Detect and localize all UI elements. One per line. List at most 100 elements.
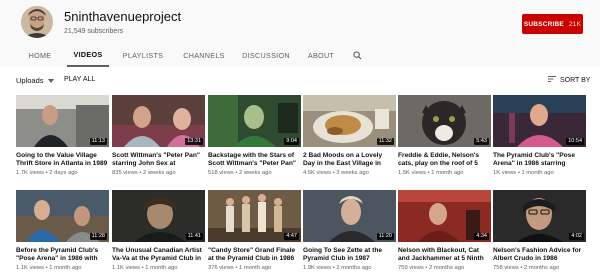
video-title[interactable]: Freddie & Eddie, Nelson's cats, play on … [398,152,491,168]
video-meta: 1K views • 1 month ago [493,170,554,176]
video-duration: 5:43 [474,138,489,145]
channel-avatar[interactable] [21,6,53,38]
video-card[interactable]: 4:02 Nelson's Fashion Advice for Albert … [493,190,586,271]
video-thumbnail[interactable]: 11:28 [16,190,109,242]
subscriber-count: 21,549 subscribers [64,28,124,35]
video-meta: 758 views • 2 months ago [493,265,560,271]
video-thumbnail[interactable]: 9:04 [208,95,301,147]
video-views: 1.5K views [398,170,427,176]
video-card[interactable]: 10:54 The Pyramid Club's "Pose Arena" in… [493,95,586,176]
filter-bar: Uploads PLAY ALL SORT BY [0,67,600,94]
video-duration: 11:13 [89,138,107,145]
video-age: 2 weeks ago [239,170,272,176]
video-age: 3 weeks ago [336,170,369,176]
video-card[interactable]: 4:34 Nelson with Blackout, Cat and Jackh… [398,190,491,271]
video-duration: 10:54 [566,138,584,145]
video-views: 1K views [493,170,517,176]
video-thumbnail[interactable]: 11:41 [112,190,205,242]
video-title[interactable]: Backstage with the Stars of Scott Wittma… [208,152,301,168]
search-icon[interactable] [353,44,365,67]
video-card[interactable]: 13:31 Scott Wittman's "Peter Pan" starri… [112,95,205,176]
video-meta: 518 views • 2 weeks ago [208,170,272,176]
video-card[interactable]: 11:20 Going To See Zette at the Pyramid … [303,190,396,271]
video-title[interactable]: Going To See Zette at the Pyramid Club i… [303,247,396,263]
video-duration: 11:20 [376,233,394,240]
video-thumbnail[interactable]: 10:54 [493,95,586,147]
video-age: 1 month ago [145,265,178,271]
play-all-button[interactable]: PLAY ALL [64,76,95,83]
video-duration: 13:31 [185,138,203,145]
video-duration: 11:28 [89,233,107,240]
video-thumbnail[interactable]: 4:02 [493,190,586,242]
video-duration: 9:04 [284,138,299,145]
tab-discussion[interactable]: DISCUSSION [237,44,295,67]
video-title[interactable]: Nelson with Blackout, Cat and Jackhammer… [398,247,491,263]
video-thumbnail[interactable]: 4:47 [208,190,301,242]
video-thumbnail[interactable]: 13:31 [112,95,205,147]
video-thumbnail[interactable]: 11:20 [303,190,396,242]
video-meta: 4.5K views • 3 weeks ago [303,170,369,176]
video-title[interactable]: Before the Pyramid Club's "Pose Arena" i… [16,247,109,263]
video-title[interactable]: Nelson's Fashion Advice for Albert Crudo… [493,247,586,263]
video-card[interactable]: 11:41 The Unusual Canadian Artist Va-Va … [112,190,205,271]
video-views: 758 views [493,265,519,271]
video-duration: 4:47 [284,233,299,240]
video-age: 1 month ago [521,170,554,176]
video-meta: 1.5K views • 1 month ago [398,170,464,176]
video-duration: 4:34 [474,233,489,240]
video-title[interactable]: The Pyramid Club's "Pose Arena" in 1986 … [493,152,586,168]
video-age: 1 month ago [49,265,82,271]
video-age: 2 months ago [336,265,372,271]
video-age: 2 weeks ago [143,170,176,176]
video-age: 2 days ago [49,170,78,176]
video-age: 1 month ago [239,265,272,271]
video-title[interactable]: The Unusual Canadian Artist Va-Va at the… [112,247,205,263]
video-thumbnail[interactable]: 11:32 [303,95,396,147]
video-thumbnail[interactable]: 11:13 [16,95,109,147]
video-meta: 376 views • 1 month ago [208,265,272,271]
tab-playlists[interactable]: PLAYLISTS [117,44,169,67]
video-views: 518 views [208,170,234,176]
video-thumbnail[interactable]: 4:34 [398,190,491,242]
uploads-label: Uploads [16,76,44,85]
video-title[interactable]: "Candy Store" Grand Finale at the Pyrami… [208,247,301,263]
video-views: 835 views [112,170,138,176]
subscribe-count: 21K [568,20,582,28]
uploads-dropdown[interactable]: Uploads [16,76,54,85]
sort-by-button[interactable]: SORT BY [548,76,590,84]
tab-videos[interactable]: VIDEOS [67,44,109,67]
tab-about[interactable]: ABOUT [299,44,343,67]
tab-home[interactable]: HOME [19,44,61,67]
video-meta: 1.1K views • 1 month ago [16,265,82,271]
video-duration: 11:41 [185,233,203,240]
subscribe-button[interactable]: SUBSCRIBE 21K [522,14,583,34]
video-views: 1.7K views [16,170,45,176]
video-card[interactable]: 11:13 Going to the Value Village Thrift … [16,95,109,176]
play-all-label: PLAY ALL [64,76,96,83]
video-age: 1 month ago [431,170,464,176]
channel-tabs: HOME VIDEOS PLAYLISTS CHANNELS DISCUSSIO… [19,44,365,67]
video-card[interactable]: 5:43 Freddie & Eddie, Nelson's cats, pla… [398,95,491,176]
subscribe-label: SUBSCRIBE [523,20,564,28]
video-meta: 1.7K views • 2 days ago [16,170,78,176]
video-card[interactable]: 9:04 Backstage with the Stars of Scott W… [208,95,301,176]
video-meta: 759 views • 2 months ago [398,265,465,271]
video-card[interactable]: 11:32 2 Bad Moods on a Lovely Day in the… [303,95,396,176]
caret-down-icon [47,76,54,85]
video-duration: 4:02 [569,233,584,240]
video-views: 1.1K views [112,265,141,271]
sort-icon [548,76,556,84]
video-duration: 11:32 [376,138,394,145]
tab-channels[interactable]: CHANNELS [176,44,232,67]
video-meta: 835 views • 2 weeks ago [112,170,176,176]
video-thumbnail[interactable]: 5:43 [398,95,491,147]
video-card[interactable]: 4:47 "Candy Store" Grand Finale at the P… [208,190,301,271]
video-title[interactable]: 2 Bad Moods on a Lovely Day in the East … [303,152,396,168]
video-card[interactable]: 11:28 Before the Pyramid Club's "Pose Ar… [16,190,109,271]
video-title[interactable]: Scott Wittman's "Peter Pan" starring Joh… [112,152,205,168]
sort-label: SORT BY [560,76,591,84]
video-age: 2 months ago [429,265,465,271]
video-views: 1.1K views [16,265,45,271]
video-meta: 1.9K views • 2 months ago [303,265,372,271]
video-title[interactable]: Going to the Value Village Thrift Store … [16,152,109,168]
